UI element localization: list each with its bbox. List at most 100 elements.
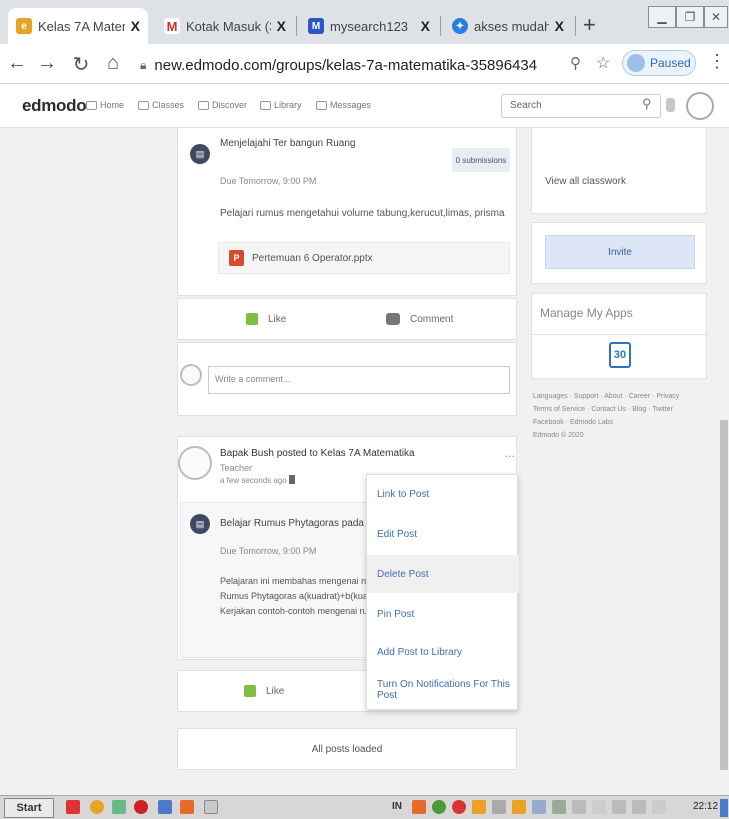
- tray-icon[interactable]: [592, 800, 606, 814]
- nav-label: Home: [100, 100, 125, 110]
- menu-edit-post[interactable]: Edit Post: [367, 515, 519, 553]
- nav-discover[interactable]: Discover: [198, 100, 247, 110]
- tray-icon[interactable]: [412, 800, 426, 814]
- clock[interactable]: 22:12: [693, 801, 718, 812]
- taskbar-app-icon[interactable]: [204, 800, 218, 814]
- invite-button[interactable]: Invite: [545, 235, 695, 269]
- close-tab-icon[interactable]: X: [421, 18, 430, 34]
- visibility-icon: [289, 475, 295, 484]
- calendar-app-icon[interactable]: 30: [609, 342, 631, 368]
- footer-line[interactable]: Languages · Support · About · Career · P…: [533, 390, 713, 403]
- comment-input[interactable]: Write a comment...: [208, 366, 510, 394]
- taskbar-app-icon[interactable]: [112, 800, 126, 814]
- powerpoint-file-icon: P: [229, 250, 244, 266]
- edmodo-logo[interactable]: edmodo: [22, 96, 87, 116]
- tray-icon[interactable]: [512, 800, 526, 814]
- assignment-title[interactable]: Menjelajahi Ter bangun Ruang: [220, 138, 440, 150]
- footer-line[interactable]: Terms of Service · Contact Us · Blog · T…: [533, 403, 713, 416]
- tab-akses-mudah[interactable]: ✦ akses mudah ke X: [444, 8, 572, 44]
- menu-pin-post[interactable]: Pin Post: [367, 595, 519, 633]
- taskbar-app-icon[interactable]: [66, 800, 80, 814]
- post-time: a few seconds ago: [220, 476, 287, 485]
- close-tab-icon[interactable]: X: [555, 18, 564, 34]
- language-indicator[interactable]: IN: [392, 801, 402, 812]
- chrome-icon[interactable]: [90, 800, 104, 814]
- comment-button[interactable]: Comment: [386, 313, 453, 325]
- post1-actions: [177, 298, 517, 340]
- messages-icon: [316, 100, 327, 110]
- search-icon[interactable]: ⚲: [642, 96, 652, 112]
- menu-turn-on-notifications[interactable]: Turn On Notifications For This Post: [367, 671, 519, 709]
- tab-separator: [575, 16, 576, 36]
- user-avatar[interactable]: [686, 92, 714, 120]
- close-tab-icon[interactable]: X: [131, 18, 140, 34]
- comment-label: Comment: [410, 313, 454, 325]
- tray-icon[interactable]: [572, 800, 586, 814]
- like-label: Like: [266, 685, 285, 697]
- nav-library[interactable]: Library: [260, 100, 302, 110]
- url-text: new.edmodo.com/groups/kelas-7a-matematik…: [154, 56, 538, 74]
- post-options-button[interactable]: ...: [505, 446, 515, 460]
- tab-kotak-masuk[interactable]: M Kotak Masuk (3 X: [156, 8, 294, 44]
- close-tab-icon[interactable]: X: [277, 18, 286, 34]
- tray-icon[interactable]: [432, 800, 446, 814]
- start-button[interactable]: Start: [4, 798, 54, 818]
- like-button[interactable]: Like: [246, 313, 286, 325]
- new-tab-button[interactable]: +: [583, 12, 596, 38]
- like-button[interactable]: Like: [244, 685, 284, 697]
- taskbar-app-icon[interactable]: [158, 800, 172, 814]
- post-options-menu: Link to Post Edit Post Delete Post Pin P…: [366, 474, 519, 710]
- all-posts-loaded: All posts loaded: [177, 728, 517, 770]
- commenter-avatar: [180, 364, 202, 386]
- reload-icon[interactable]: ↻: [70, 52, 92, 77]
- nav-messages[interactable]: Messages: [316, 100, 371, 110]
- footer-line[interactable]: Facebook · Edmodo Labs: [533, 416, 713, 429]
- opera-icon[interactable]: [134, 800, 148, 814]
- menu-delete-post[interactable]: Delete Post: [367, 555, 519, 593]
- more-menu-icon[interactable]: ⋮: [708, 51, 726, 72]
- network-icon[interactable]: [632, 800, 646, 814]
- search-input[interactable]: Search: [501, 94, 661, 118]
- nav-home[interactable]: Home: [86, 100, 124, 110]
- maximize-button[interactable]: ❐: [676, 6, 704, 28]
- notifications-bell-icon[interactable]: [666, 98, 675, 112]
- show-desktop-button[interactable]: [720, 799, 728, 817]
- view-all-classwork-link[interactable]: View all classwork: [545, 176, 626, 187]
- volume-icon[interactable]: [612, 800, 626, 814]
- manage-apps-heading[interactable]: Manage My Apps: [540, 306, 633, 320]
- discover-icon: [198, 100, 209, 110]
- taskbar-app-icon[interactable]: [180, 800, 194, 814]
- submissions-badge[interactable]: 0 submissions: [452, 148, 510, 172]
- forward-arrow-icon[interactable]: →: [36, 52, 58, 75]
- bookmark-star-icon[interactable]: ☆: [596, 53, 610, 73]
- url-field[interactable]: 🔒︎ new.edmodo.com/groups/kelas-7a-matema…: [140, 53, 640, 77]
- author-avatar[interactable]: [178, 446, 212, 480]
- nav-classes[interactable]: Classes: [138, 100, 184, 110]
- tab-kelas-7a[interactable]: e Kelas 7A Matem X: [8, 8, 148, 44]
- tray-icon[interactable]: [532, 800, 546, 814]
- menu-add-to-library[interactable]: Add Post to Library: [367, 633, 519, 671]
- home-icon[interactable]: ⌂: [102, 52, 124, 75]
- tray-icon[interactable]: [552, 800, 566, 814]
- author-role: Teacher: [220, 463, 253, 473]
- post-author-line[interactable]: Bapak Bush posted to Kelas 7A Matematika: [220, 448, 415, 459]
- tray-icon[interactable]: [452, 800, 466, 814]
- zoom-icon[interactable]: ⚲: [570, 54, 581, 72]
- due-date: Due Tomorrow, 9:00 PM: [220, 176, 317, 186]
- tab-mysearch[interactable]: M mysearch123 X: [300, 8, 438, 44]
- tray-icon[interactable]: [652, 800, 666, 814]
- menu-link-to-post[interactable]: Link to Post: [367, 475, 519, 513]
- globe-favicon-icon: ✦: [452, 18, 468, 34]
- tray-icon[interactable]: [492, 800, 506, 814]
- attachment-name: Pertemuan 6 Operator.pptx: [252, 252, 373, 264]
- minimize-button[interactable]: ▁: [648, 6, 676, 28]
- back-arrow-icon[interactable]: ←: [6, 52, 28, 75]
- profile-paused-button[interactable]: Paused: [622, 50, 696, 76]
- attachment-item[interactable]: P Pertemuan 6 Operator.pptx: [218, 242, 510, 274]
- page-scrollbar-thumb[interactable]: [720, 420, 728, 770]
- divider: [531, 334, 707, 335]
- tray-icon[interactable]: [472, 800, 486, 814]
- post-description: Pelajari rumus mengetahui volume tabung,…: [220, 208, 505, 219]
- assignment-title[interactable]: Belajar Rumus Phytagoras pada penjel: [220, 518, 366, 529]
- close-window-button[interactable]: ✕: [704, 6, 728, 28]
